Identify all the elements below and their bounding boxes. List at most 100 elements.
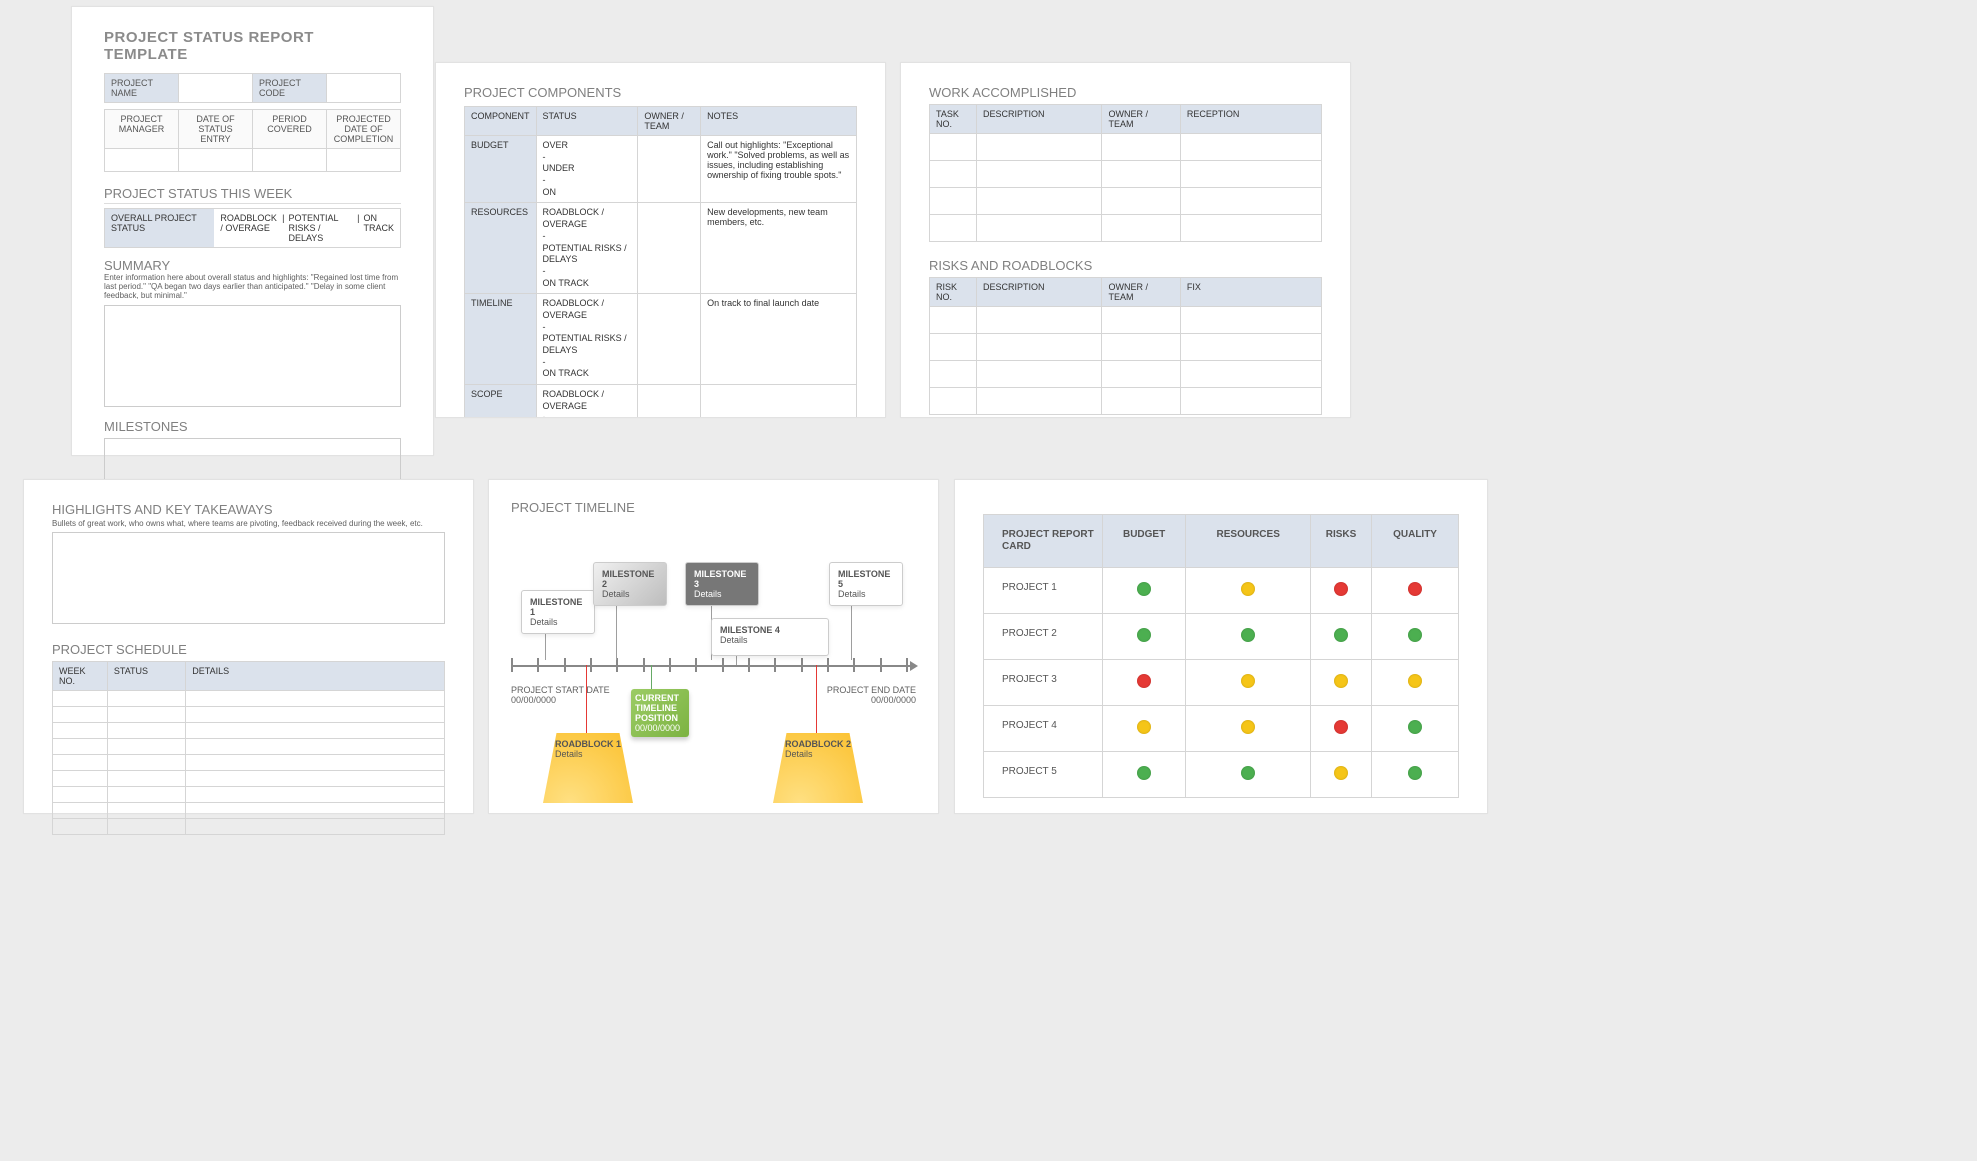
components-table: COMPONENT STATUS OWNER / TEAM NOTES BUDG… [464,106,857,418]
report-card-table: PROJECT REPORT CARD BUDGET RESOURCES RIS… [983,514,1459,798]
table-row: PROJECT 4 [984,706,1459,752]
highlights-help: Bullets of great work, who owns what, wh… [52,519,445,528]
status-dot-icon [1241,766,1255,780]
table-row: PROJECT 3 [984,660,1459,706]
status-cell [1310,752,1371,798]
arrow-right-icon [910,661,918,671]
col-owner: OWNER / TEAM [638,107,701,136]
risks-col-desc: DESCRIPTION [977,278,1102,307]
schedule-title: PROJECT SCHEDULE [52,642,445,657]
highlights-box[interactable] [52,532,445,624]
project-name-label: PROJECT NAME [105,74,179,103]
status-cell [1310,568,1371,614]
status-dot-icon [1137,766,1151,780]
status-dot-icon [1137,720,1151,734]
col-resources: RESOURCES [1186,515,1311,568]
page-title: PROJECT STATUS REPORT TEMPLATE [104,29,401,63]
risks-col-riskno: RISK NO. [930,278,977,307]
col-status: STATUS [536,107,638,136]
status-dot-icon [1334,674,1348,688]
milestone-2: MILESTONE 2Details [593,562,667,606]
summary-box[interactable] [104,305,401,407]
work-col-owner: OWNER / TEAM [1102,105,1180,134]
status-cell [1186,752,1311,798]
schedule-col-week: WEEK NO. [53,662,108,691]
row-timeline-status: ROADBLOCK / OVERAGE - POTENTIAL RISKS / … [536,294,638,385]
col-budget: BUDGET [1102,515,1186,568]
page-highlights: HIGHLIGHTS AND KEY TAKEAWAYS Bullets of … [23,479,474,814]
period-covered-label: PERIOD COVERED [253,110,327,149]
milestone-1: MILESTONE 1Details [521,590,595,634]
project-manager-label: PROJECT MANAGER [105,110,179,149]
status-dot-icon [1334,720,1348,734]
status-cell [1102,568,1186,614]
row-resources-note: New developments, new team members, etc. [701,203,857,294]
work-col-desc: DESCRIPTION [977,105,1102,134]
col-component: COMPONENT [465,107,537,136]
row-timeline-note: On track to final launch date [701,294,857,385]
row-resources-label: RESOURCES [465,203,537,294]
project-label: PROJECT 5 [984,752,1103,798]
status-dot-icon [1408,628,1422,642]
status-cell [1372,660,1459,706]
overall-status-bar: OVERALL PROJECT STATUS ROADBLOCK / OVERA… [104,208,401,248]
status-dot-icon [1241,582,1255,596]
table-row: PROJECT 5 [984,752,1459,798]
schedule-table: WEEK NO. STATUS DETAILS [52,661,445,835]
risks-table: RISK NO. DESCRIPTION OWNER / TEAM FIX [929,277,1322,415]
status-dot-icon [1137,582,1151,596]
highlights-title: HIGHLIGHTS AND KEY TAKEAWAYS [52,502,445,517]
status-week-title: PROJECT STATUS THIS WEEK [104,186,401,204]
page-report-card: PROJECT REPORT CARD BUDGET RESOURCES RIS… [954,479,1488,814]
status-dot-icon [1137,674,1151,688]
row-scope-status: ROADBLOCK / OVERAGE - POTENTIAL RISKS / … [536,385,638,418]
page-work-risks: WORK ACCOMPLISHED TASK NO. DESCRIPTION O… [900,62,1351,418]
status-cell [1372,568,1459,614]
status-cell [1372,706,1459,752]
work-col-taskno: TASK NO. [930,105,977,134]
table-row: PROJECT 2 [984,614,1459,660]
risks-col-fix: FIX [1180,278,1321,307]
report-card-corner: PROJECT REPORT CARD [984,515,1103,568]
status-opt-risks: POTENTIAL RISKS / DELAYS [288,213,353,243]
work-title: WORK ACCOMPLISHED [929,85,1322,100]
status-cell [1310,614,1371,660]
schedule-col-status: STATUS [107,662,185,691]
status-dot-icon [1334,628,1348,642]
schedule-col-details: DETAILS [186,662,445,691]
status-cell [1310,660,1371,706]
milestone-4: MILESTONE 4Details [711,618,829,656]
page-components: PROJECT COMPONENTS COMPONENT STATUS OWNE… [435,62,886,418]
status-dot-icon [1334,766,1348,780]
status-dot-icon [1241,628,1255,642]
status-cell [1186,568,1311,614]
col-quality: QUALITY [1372,515,1459,568]
row-budget-status: OVER - UNDER - ON [536,136,638,203]
status-opt-roadblock: ROADBLOCK / OVERAGE [220,213,278,243]
status-dot-icon [1408,582,1422,596]
row-scope-label: SCOPE [465,385,537,418]
status-dot-icon [1241,674,1255,688]
project-label: PROJECT 4 [984,706,1103,752]
milestones-label: MILESTONES [104,419,401,434]
col-notes: NOTES [701,107,857,136]
status-cell [1102,660,1186,706]
components-title: PROJECT COMPONENTS [464,85,857,100]
project-label: PROJECT 2 [984,614,1103,660]
status-opt-ontrack: ON TRACK [364,213,395,243]
status-cell [1372,614,1459,660]
summary-help: Enter information here about overall sta… [104,273,401,301]
timeline-title: PROJECT TIMELINE [511,500,916,515]
work-table: TASK NO. DESCRIPTION OWNER / TEAM RECEPT… [929,104,1322,242]
status-dot-icon [1241,720,1255,734]
status-dot-icon [1408,766,1422,780]
row-resources-status: ROADBLOCK / OVERAGE - POTENTIAL RISKS / … [536,203,638,294]
status-cell [1102,706,1186,752]
table-row: PROJECT 1 [984,568,1459,614]
risks-title: RISKS AND ROADBLOCKS [929,258,1322,273]
row-budget-label: BUDGET [465,136,537,203]
status-cell [1102,752,1186,798]
project-label: PROJECT 1 [984,568,1103,614]
status-cell [1186,614,1311,660]
milestone-3: MILESTONE 3Details [685,562,759,606]
